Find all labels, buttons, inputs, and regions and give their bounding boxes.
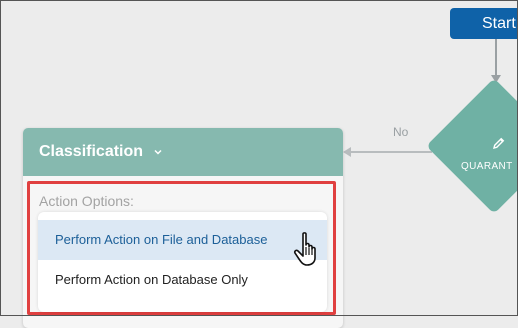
option-database-only[interactable]: Perform Action on Database Only (38, 260, 327, 300)
hand-cursor-icon (293, 232, 316, 266)
classification-header[interactable]: Classification (23, 128, 343, 176)
chevron-down-icon[interactable] (153, 147, 163, 157)
option-file-and-database[interactable]: Perform Action on File and Database (38, 220, 327, 260)
workflow-canvas[interactable]: Start QUARANT No Classification Action O… (0, 0, 518, 328)
action-options-list: Perform Action on File and Database Perf… (38, 212, 327, 312)
pencil-icon[interactable] (492, 136, 506, 150)
card-title: Classification (39, 143, 144, 160)
action-options-label: Action Options: (39, 193, 134, 209)
start-node[interactable]: Start (450, 8, 518, 39)
decision-node-label: QUARANT (461, 161, 513, 172)
edge-label-no: No (393, 125, 409, 139)
